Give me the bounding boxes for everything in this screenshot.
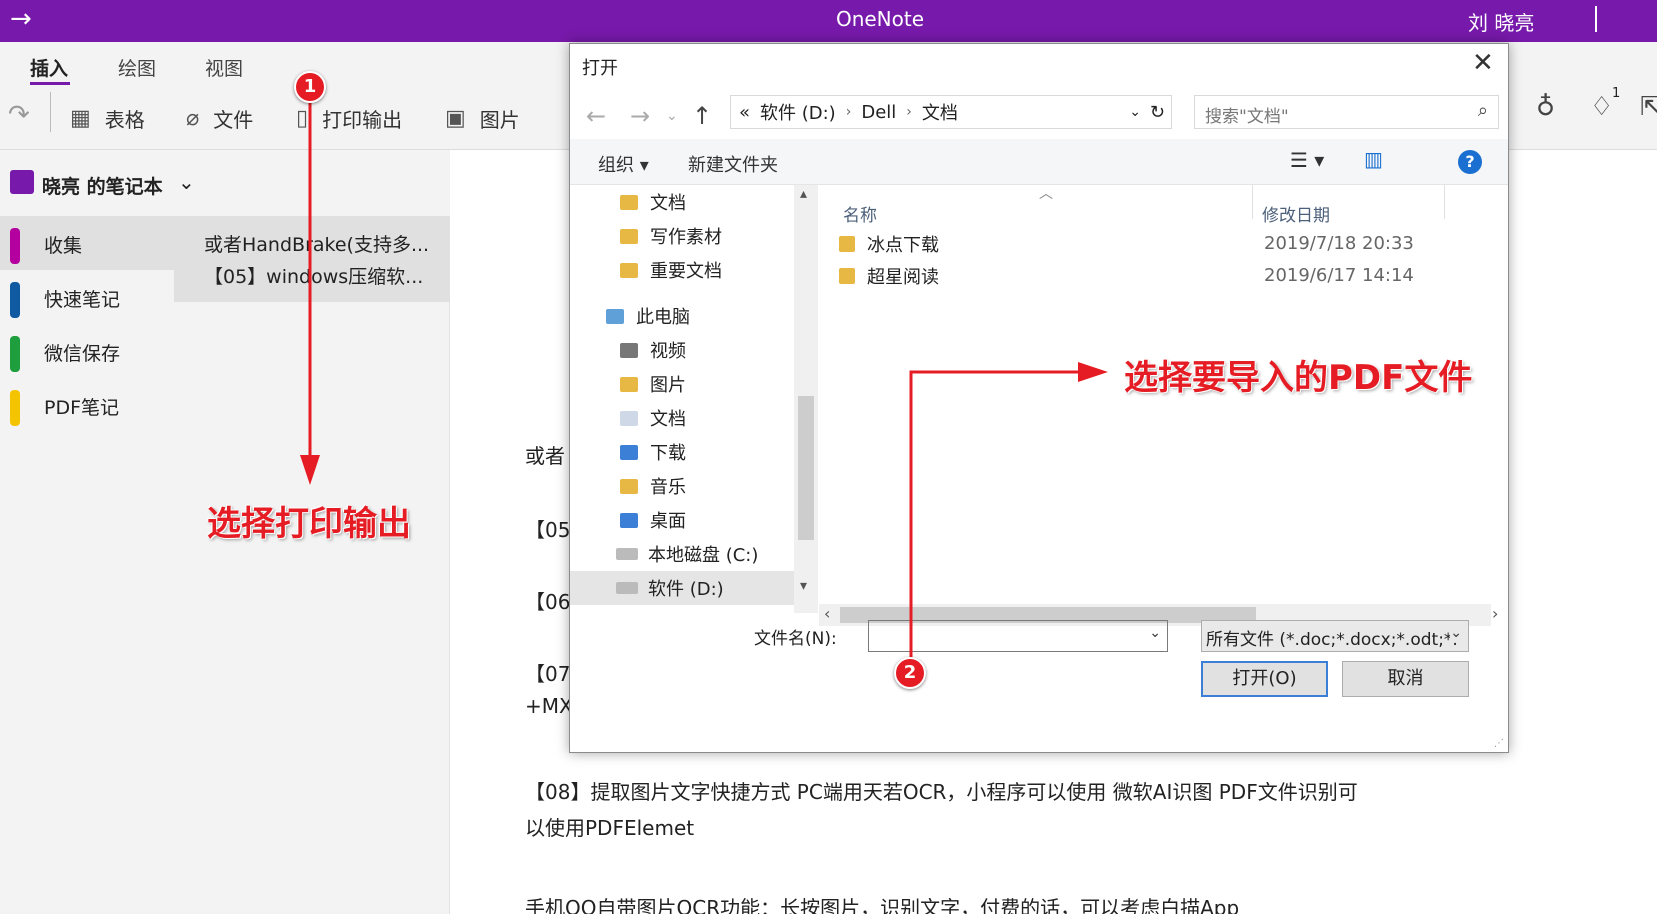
step2-arrowhead [1078, 362, 1108, 382]
step1-badge: 1 [294, 71, 326, 103]
step2-arrow-line [909, 370, 1082, 672]
step1-caption: 选择打印输出 [207, 504, 411, 544]
step1-arrowhead [300, 455, 320, 485]
annotation-overlay [300, 88, 1108, 672]
step2-caption: 选择要导入的PDF文件 [1124, 358, 1473, 398]
step2-badge: 2 [894, 657, 926, 689]
